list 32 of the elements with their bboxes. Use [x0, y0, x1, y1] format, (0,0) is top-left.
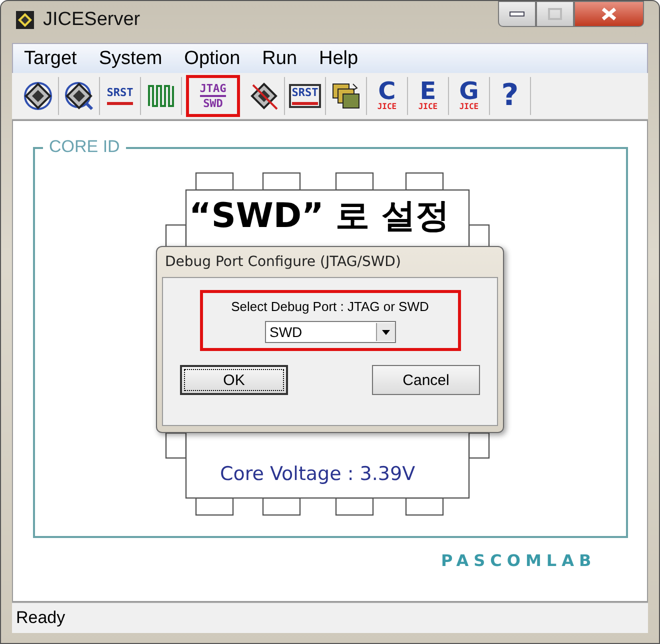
- maximize-button[interactable]: [536, 1, 574, 27]
- cancel-button[interactable]: Cancel: [372, 365, 480, 395]
- reset-button[interactable]: SRST: [100, 77, 141, 115]
- ok-button[interactable]: OK: [180, 365, 288, 395]
- prompt-label: Select Debug Port : JTAG or SWD: [231, 299, 429, 314]
- menu-item[interactable]: System: [88, 48, 174, 70]
- jice-button[interactable]: G JICE: [449, 77, 490, 115]
- jice-button[interactable]: E JICE: [408, 77, 449, 115]
- app-icon: [15, 10, 35, 30]
- window-title: JICEServer: [43, 9, 140, 31]
- help-button[interactable]: ?: [490, 77, 531, 115]
- dialog-title: Debug Port Configure (JTAG/SWD): [164, 253, 402, 272]
- chip-search-icon: [64, 81, 94, 111]
- menu-item[interactable]: Help: [308, 48, 370, 70]
- jice-button[interactable]: C JICE: [367, 77, 408, 115]
- port-dropdown[interactable]: SWD: [264, 321, 396, 343]
- minimize-button[interactable]: [498, 1, 536, 27]
- menu-item[interactable]: Option: [173, 48, 252, 70]
- maximize-icon: [547, 8, 563, 20]
- menu-item[interactable]: Target: [13, 48, 88, 70]
- chip-crossed-icon: [249, 81, 279, 111]
- menu-item[interactable]: Run: [251, 48, 308, 70]
- brand-label: PASCOMLAB: [441, 551, 596, 570]
- minimize-icon: [509, 10, 525, 18]
- close-icon: [601, 7, 617, 21]
- close-button[interactable]: [574, 1, 644, 27]
- annotation-text: “SWD” 로 설정: [189, 195, 450, 238]
- status-text: Ready: [16, 608, 66, 628]
- stacked-boards-icon: [331, 81, 361, 111]
- chip-icon: [23, 81, 53, 111]
- core-voltage-label: Core Voltage : 3.39V: [220, 463, 416, 485]
- jtag-swd-button[interactable]: JTAG SWD: [186, 75, 240, 117]
